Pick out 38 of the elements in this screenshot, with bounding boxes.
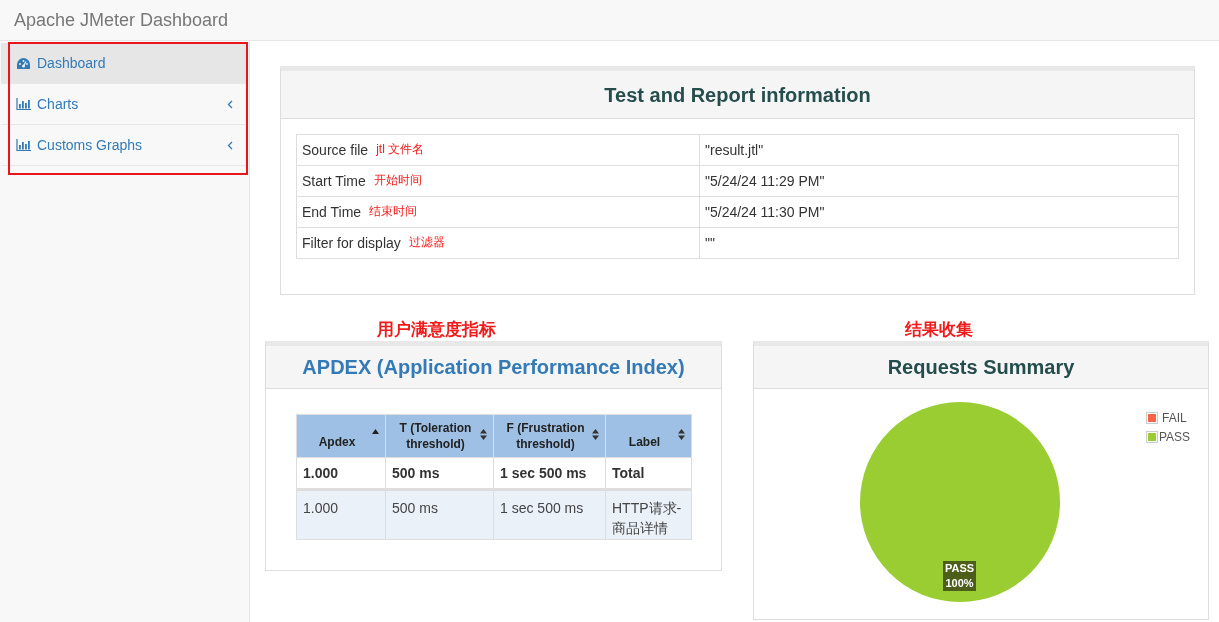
annotation-text: 结果收集: [905, 319, 973, 342]
annotation-text: 过滤器: [408, 233, 445, 251]
dashboard-icon: [16, 56, 31, 70]
column-header[interactable]: T (Toleration threshold): [385, 414, 494, 458]
table-cell: "5/24/24 11:29 PM": [699, 165, 1179, 197]
table-cell: HTTP请求-商品详情: [605, 489, 692, 540]
row-label: Filter for display: [302, 233, 401, 253]
table-cell: 1.000: [296, 489, 386, 540]
table-cell: "5/24/24 11:30 PM": [699, 196, 1179, 228]
annotation-text: jtl 文件名: [376, 140, 425, 158]
row-label: End Time: [302, 202, 362, 222]
column-header[interactable]: Apdex: [296, 414, 386, 458]
table-cell: 500 ms: [385, 489, 494, 540]
annotation-text: 开始时间: [373, 171, 422, 189]
row-label: Start Time: [302, 171, 366, 191]
table-cell: 1.000: [296, 457, 386, 490]
legend-label: PASS: [1159, 429, 1191, 446]
legend-swatch: [1146, 431, 1158, 443]
panel-title: Test and Report information: [604, 82, 871, 108]
annotation-text: 用户满意度指标: [377, 319, 496, 342]
bar-chart-icon: [16, 98, 31, 110]
sidebar-item[interactable]: Dashboard: [1, 43, 248, 84]
annotation-text: 结束时间: [369, 202, 418, 220]
chevron-left-icon: [227, 99, 233, 109]
row-label: Source file: [302, 140, 369, 160]
app-title[interactable]: Apache JMeter Dashboard: [14, 6, 229, 34]
chevron-left-icon: [227, 140, 233, 150]
panel-title: APDEX (Application Performance Index): [302, 355, 685, 380]
panel-title: Requests Summary: [887, 355, 1075, 380]
legend-swatch: [1146, 412, 1158, 424]
data-label: PASS 100%: [943, 561, 977, 591]
legend-label: FAIL: [1162, 410, 1187, 427]
column-header[interactable]: F (Frustration threshold): [493, 414, 606, 458]
table-cell: 1 sec 500 ms: [493, 489, 606, 540]
bar-chart-icon: [16, 139, 31, 151]
table-cell: "": [699, 227, 1179, 259]
column-header[interactable]: Label: [605, 414, 692, 458]
table-cell: "result.jtl": [699, 134, 1179, 166]
